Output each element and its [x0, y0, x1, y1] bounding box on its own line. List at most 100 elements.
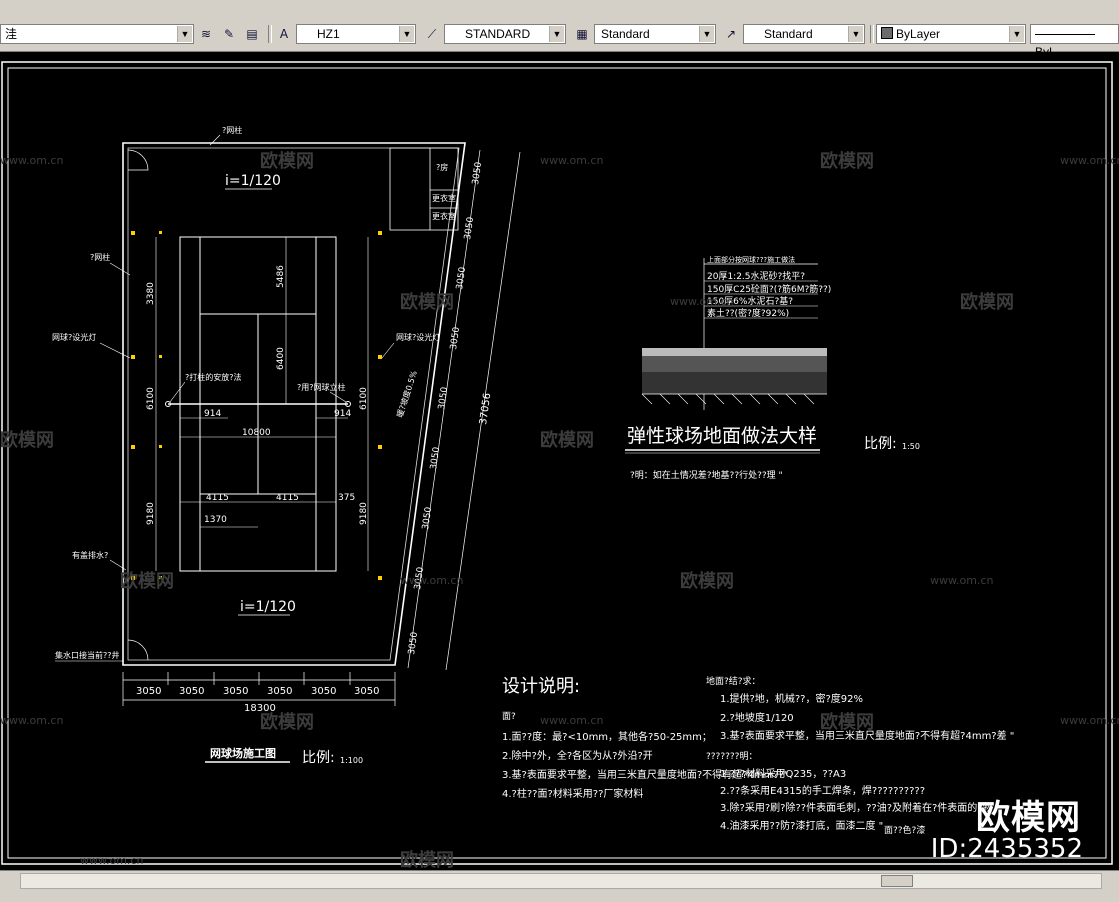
steel-item: 2.??条采用E4315的手工焊条，焊??????????	[720, 784, 925, 797]
ground-item: 1.提供?地，机械??，密?度92%	[720, 692, 863, 705]
layer-previous-icon[interactable]: ▤	[243, 25, 261, 43]
table-style-combo[interactable]: Standard ▼	[594, 24, 716, 44]
dim-text: 1370	[204, 515, 227, 525]
room-label: 更衣室	[432, 211, 456, 221]
dim-text: 4115	[206, 493, 229, 503]
layer-properties-icon[interactable]: ≋	[197, 25, 215, 43]
detail-note: ?明：如在土情况差?地基??行处??理 "	[630, 469, 783, 481]
layer-base	[642, 372, 827, 394]
dim-text: 10800	[242, 428, 271, 438]
watermark-text: 欧模网	[400, 849, 454, 870]
leader-label: ?打柱的安放?法	[185, 372, 242, 382]
color-swatch	[881, 27, 893, 39]
watermark-text: 欧模网	[820, 711, 874, 733]
door-swing	[127, 149, 149, 171]
text-style-combo[interactable]: HZ1 ▼	[296, 24, 416, 44]
design-item: 1.面??度：最?<10mm，其他各?50-25mm；	[502, 730, 712, 743]
toolbar: 洼 ▼ ≋ ✎ ▤ A HZ1 ▼ ⟋ STANDARD ▼ ▦ Standar…	[0, 0, 1119, 59]
layer-combo[interactable]: 洼 ▼	[0, 24, 194, 44]
dim-text: 3050	[437, 386, 450, 410]
steel-item: 4.油漆采用??防?漆打底，面漆二度 "	[720, 819, 883, 832]
plan-scale-label: 比例:	[302, 750, 335, 766]
watermark-text: 欧模网	[0, 429, 54, 451]
watermark-url: www.om.cn	[80, 854, 143, 867]
ground-heading: 地面?结?求：	[706, 675, 761, 687]
tennis-court	[168, 236, 348, 572]
dim-text: 3050	[429, 446, 442, 470]
horizontal-scrollbar[interactable]	[20, 873, 1102, 889]
dim-text: 3050	[223, 686, 248, 697]
multileader-style-icon[interactable]: ↗	[722, 25, 740, 43]
dim-text: 3050	[354, 686, 379, 697]
dim-text: 5486	[276, 265, 286, 288]
table-style-value: Standard	[601, 27, 650, 41]
watermark-text: 欧模网	[540, 429, 594, 451]
plan-scale: 1:100	[340, 756, 363, 765]
dim-text: 6400	[276, 347, 286, 370]
watermark-text: 欧模网	[680, 570, 734, 592]
leader-label: ?网柱	[90, 252, 110, 262]
toolbar-separator	[870, 25, 874, 43]
dim-text: 6100	[359, 387, 369, 410]
detail-layer-label: 素土??(密?度?92%)	[707, 307, 789, 319]
dim-text: 9180	[359, 502, 369, 525]
leader-label: 网球?设光灯	[52, 332, 96, 342]
linetype-sample	[1035, 34, 1095, 35]
watermark-url: www.om.cn	[0, 714, 63, 727]
watermark-text: 欧模网	[400, 291, 454, 313]
multileader-style-combo[interactable]: Standard ▼	[743, 24, 865, 44]
dim-text: 6100	[146, 387, 156, 410]
dim-style-combo[interactable]: STANDARD ▼	[444, 24, 566, 44]
watermark-id: ID:2435352	[930, 834, 1083, 864]
dim-text: 3050	[311, 686, 336, 697]
dim-text: 3050	[407, 631, 420, 655]
text-style-icon[interactable]: A	[275, 25, 293, 43]
plan-title: 网球场施工图	[210, 746, 276, 760]
drawing-canvas[interactable]: ?房 更衣室 更衣室 i=1/120 i=1/120 3380 6100 918…	[0, 52, 1119, 870]
leader-label: 暖?坡度0.5%	[394, 369, 419, 419]
watermark-url: www.om.cn	[540, 154, 603, 167]
detail-scale: 1:50	[902, 442, 920, 451]
dim-text: 3050	[136, 686, 161, 697]
dim-text: 3050	[471, 161, 484, 185]
steel-item: 1.???材料采用Q235，??A3	[720, 767, 846, 780]
dim-text: 37056	[478, 392, 493, 425]
watermark-url: www.om.cn	[400, 574, 463, 587]
dim-style-value: STANDARD	[465, 27, 531, 41]
watermark-url: www.om.cn	[0, 154, 63, 167]
text-style-value: HZ1	[317, 27, 340, 41]
dim-text: 9180	[146, 502, 156, 525]
dim-text: 3050	[179, 686, 204, 697]
door-swing	[127, 639, 149, 661]
watermark-url: www.om.cn	[1060, 154, 1119, 167]
table-style-icon[interactable]: ▦	[573, 25, 591, 43]
multileader-style-value: Standard	[764, 27, 813, 41]
scrollbar-thumb[interactable]	[881, 875, 913, 887]
leader-label: 有盖排水?	[72, 550, 108, 560]
dim-text: 3050	[421, 506, 434, 530]
detail-title: 弹性球场地面做法大样	[627, 425, 817, 447]
dim-text: 3380	[146, 282, 156, 305]
watermark-text: 欧模网	[120, 570, 174, 592]
chevron-down-icon: ▼	[549, 26, 564, 42]
slope-label: i=1/120	[225, 173, 281, 189]
watermark-text: 欧模网	[960, 291, 1014, 313]
leader-label: ?用?网球立柱	[297, 382, 346, 392]
dim-text: 3050	[267, 686, 292, 697]
leader-label: 集水口接当前??井	[55, 650, 120, 660]
layer-state-icon[interactable]: ✎	[220, 25, 238, 43]
leader-label: 网球?设光灯	[396, 332, 440, 342]
room-label: 更衣室	[432, 193, 456, 203]
ground-item: 2.?地坡度1/120	[720, 711, 794, 724]
watermark-layer: 欧模网 欧模网 欧模网 欧模网 欧模网 欧模网 欧模网 欧模网 欧模网 欧模网 …	[0, 150, 1014, 870]
dim-text: 3050	[463, 216, 476, 240]
chevron-down-icon: ▼	[399, 26, 414, 42]
paper-border-outer	[1, 61, 1113, 865]
watermark-url: www.om.cn	[670, 295, 733, 308]
dim-text: 375	[338, 493, 355, 503]
design-sub: 面?	[502, 711, 516, 722]
linetype-combo[interactable]: ByL	[1030, 24, 1119, 59]
steel-item: 3.除?采用?刷?除??件表面毛刺，??油?及附着在?件表面的?物	[720, 801, 993, 814]
color-combo[interactable]: ByLayer ▼	[876, 24, 1026, 44]
dim-style-icon[interactable]: ⟋	[423, 25, 441, 43]
